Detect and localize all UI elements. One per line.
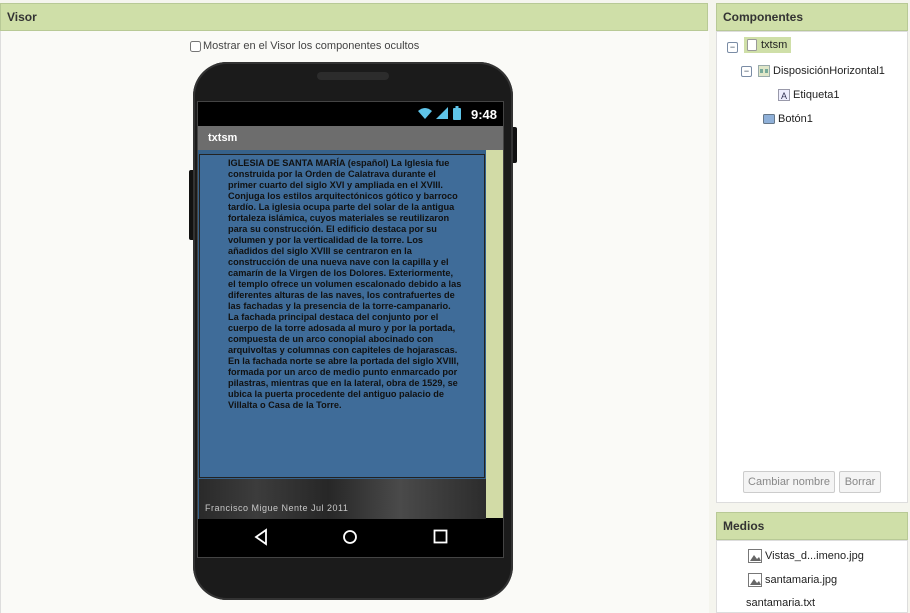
visor-header: Visor [0,3,708,31]
battery-icon [453,106,461,120]
media-item[interactable]: santamaria.jpg [748,573,837,587]
tree-node-button-label: Botón1 [778,113,813,125]
collapse-icon[interactable]: − [741,65,752,77]
status-bar: 9:48 [198,102,503,126]
tree-toggle-screen[interactable]: − [727,42,744,53]
components-panel [716,31,908,503]
back-triangle-icon[interactable] [254,528,268,546]
components-header: Componentes [716,3,908,31]
media-title: Medios [723,519,765,533]
button-component-icon [763,114,775,124]
show-hidden-checkbox[interactable] [190,40,201,52]
image-file-icon [748,549,762,563]
image-file-icon [748,573,762,587]
screen-content: IGLESIA DE SANTA MARÍA (español) La Igle… [198,150,503,557]
collapse-icon[interactable]: − [727,42,738,53]
media-item[interactable]: Vistas_d...imeno.jpg [748,549,864,563]
home-circle-icon[interactable] [342,529,358,545]
phone-screen: 9:48 txtsm IGLESIA DE SANTA MARÍA (españ… [197,101,504,558]
components-title: Componentes [723,10,804,24]
label-icon: A [778,89,790,101]
horizontal-arrangement[interactable]: IGLESIA DE SANTA MARÍA (español) La Igle… [198,150,486,520]
wifi-icon [418,108,432,119]
svg-text:A: A [781,91,787,101]
delete-button[interactable]: Borrar [839,471,881,493]
tree-node-label[interactable]: A Etiqueta1 [778,89,839,101]
media-item[interactable]: santamaria.txt [746,597,815,609]
horizontal-arrangement-icon [758,65,770,77]
screen-title: txtsm [208,132,238,144]
screen-icon [747,39,757,51]
tree-node-arrangement[interactable]: − DisposiciónHorizontal1 [741,65,885,77]
tree-node-button[interactable]: Botón1 [763,113,813,125]
image-caption: Francisco Migue Nente Jul 2011 [205,503,349,513]
phone-speaker [317,72,389,80]
signal-icon [436,107,448,119]
screen-title-bar: txtsm [198,126,503,150]
status-time: 9:48 [470,107,497,122]
media-item-label: santamaria.txt [746,597,816,609]
media-item-label: Vistas_d...imeno.jpg [765,550,864,562]
recents-square-icon[interactable] [433,529,448,544]
show-hidden-option: Mostrar en el Visor los componentes ocul… [190,40,419,52]
android-nav-bar [198,519,503,557]
tree-node-label-label: Etiqueta1 [793,89,840,101]
tree-node-arrangement-label: DisposiciónHorizontal1 [773,65,885,77]
tree-node-screen[interactable]: txtsm [744,37,792,53]
visor-title: Visor [7,10,37,24]
media-item-label: santamaria.jpg [765,574,838,586]
label-text: IGLESIA DE SANTA MARÍA (español) La Igle… [228,158,462,410]
tree-node-screen-label: txtsm [761,39,788,51]
rename-button[interactable]: Cambiar nombre [743,471,835,493]
phone-side-button-left [189,170,193,240]
phone-side-button-right [513,127,517,163]
background-image-strip: Francisco Migue Nente Jul 2011 [199,479,486,519]
media-header: Medios [716,512,908,540]
show-hidden-label: Mostrar en el Visor los componentes ocul… [203,40,420,52]
label-component[interactable]: IGLESIA DE SANTA MARÍA (español) La Igle… [199,154,485,478]
